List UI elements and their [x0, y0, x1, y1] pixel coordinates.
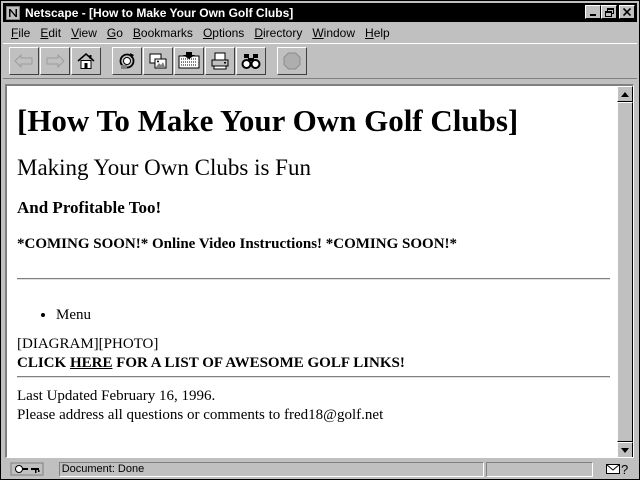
menu-go-label: o: [116, 26, 123, 40]
menu-edit[interactable]: Edit: [36, 26, 67, 40]
find-button[interactable]: [236, 47, 266, 75]
print-icon: [211, 52, 229, 70]
menu-help-access-key: H: [365, 26, 374, 40]
horizontal-rule: [17, 376, 610, 378]
arrow-down-icon: [621, 447, 629, 453]
last-updated: Last Updated February 16, 1996.: [17, 388, 216, 404]
page-title: [How To Make Your Own Golf Clubs]: [17, 103, 519, 138]
back-arrow-icon: [14, 54, 33, 68]
golf-links-line: CLICK HERE FOR A LIST OF AWESOME GOLF LI…: [17, 354, 607, 373]
links-line-suffix: FOR A LIST OF AWESOME GOLF LINKS!: [112, 355, 405, 371]
reload-icon: [119, 53, 135, 69]
scroll-thumb[interactable]: [617, 102, 633, 442]
mail-status[interactable]: ?: [597, 462, 637, 477]
menu-edit-label: dit: [48, 26, 62, 40]
netscape-n-icon[interactable]: [5, 5, 21, 21]
find-icon: [241, 54, 261, 69]
image-placeholders: [DIAGRAM][PHOTO]: [17, 336, 159, 352]
title-bar[interactable]: Netscape - [How to Make Your Own Golf Cl…: [3, 3, 637, 22]
menu-go-access-key: G: [106, 26, 117, 40]
load-images-button[interactable]: [143, 47, 173, 75]
menu-directory[interactable]: Directory: [250, 26, 308, 40]
restore-icon[interactable]: [601, 5, 617, 19]
scroll-down-button[interactable]: [617, 442, 633, 457]
horizontal-rule: [17, 278, 610, 280]
arrow-up-icon: [621, 91, 629, 97]
scroll-up-button[interactable]: [617, 86, 633, 102]
menu-help[interactable]: Help: [361, 26, 396, 40]
toolbar: [3, 43, 637, 79]
broken-key-icon[interactable]: [3, 461, 51, 477]
status-progress: [485, 461, 594, 477]
stop-button[interactable]: [277, 47, 307, 75]
here-link[interactable]: HERE: [70, 355, 113, 371]
window-controls: [585, 5, 635, 19]
menu-directory-label: irectory: [262, 26, 303, 40]
reload-button[interactable]: [112, 47, 142, 75]
menu-options-label: ptions: [212, 26, 245, 40]
home-button[interactable]: [71, 47, 101, 75]
menu-go[interactable]: Go: [103, 26, 129, 40]
status-text: Document: Done: [58, 461, 484, 477]
menu-window-label: indow: [323, 26, 356, 40]
menu-bookmarks-access-key: B: [132, 26, 141, 40]
menu-help-label: elp: [373, 26, 390, 40]
browser-window: Netscape - [How to Make Your Own Golf Cl…: [0, 0, 640, 480]
menu-list: Menu: [17, 306, 607, 324]
page-tagline: And Profitable Too!: [17, 198, 162, 217]
menu-options-access-key: O: [202, 26, 213, 40]
home-icon: [77, 53, 95, 69]
document-viewport[interactable]: [How To Make Your Own Golf Clubs] Making…: [5, 84, 634, 458]
window-title: Netscape - [How to Make Your Own Golf Cl…: [25, 5, 294, 20]
menu-file-label: ile: [18, 26, 31, 40]
menu-options[interactable]: Options: [199, 26, 250, 40]
back-button[interactable]: [9, 47, 39, 75]
menu-file[interactable]: File: [7, 26, 36, 40]
menu-bookmarks-label: ookmarks: [140, 26, 193, 40]
forward-arrow-icon: [46, 54, 65, 68]
open-button[interactable]: [174, 47, 204, 75]
forward-button[interactable]: [40, 47, 70, 75]
list-item: Menu: [56, 306, 607, 324]
stop-icon: [283, 52, 301, 70]
menu-window-access-key: W: [312, 26, 324, 40]
mail-icon: [606, 464, 621, 474]
page-content: [How To Make Your Own Golf Clubs] Making…: [7, 86, 617, 457]
print-button[interactable]: [205, 47, 235, 75]
mail-status-glyph: ?: [621, 461, 629, 477]
menu-bookmarks[interactable]: Bookmarks: [129, 26, 199, 40]
minimize-icon[interactable]: [585, 5, 601, 19]
coming-soon-notice: *COMING SOON!* Online Video Instructions…: [17, 236, 458, 252]
menu-view-label: iew: [78, 26, 97, 40]
menu-directory-access-key: D: [254, 26, 263, 40]
menu-bar: File Edit View Go Bookmarks Options Dire…: [3, 23, 637, 43]
menu-view[interactable]: View: [67, 26, 103, 40]
page-subtitle: Making Your Own Clubs is Fun: [17, 155, 311, 180]
open-icon: [178, 52, 200, 69]
links-line-prefix: CLICK: [17, 355, 70, 371]
menu-view-access-key: V: [71, 26, 79, 40]
close-icon[interactable]: [619, 5, 635, 19]
vertical-scrollbar[interactable]: [617, 86, 633, 457]
contact-line: Please address all questions or comments…: [17, 407, 384, 423]
menu-window[interactable]: Window: [308, 26, 361, 40]
status-bar: Document: Done ?: [3, 460, 637, 478]
images-icon: [149, 53, 167, 69]
